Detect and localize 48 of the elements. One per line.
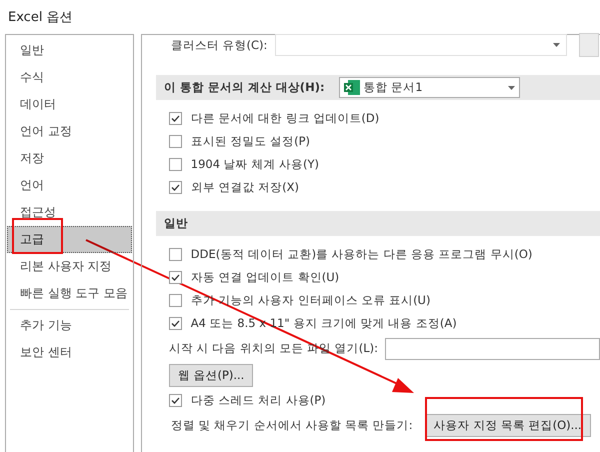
checkbox[interactable] bbox=[168, 294, 182, 307]
sidebar-item[interactable]: 수식 bbox=[9, 64, 130, 91]
dropdown-field[interactable] bbox=[275, 34, 568, 56]
section-title: 일반 bbox=[164, 216, 188, 231]
checkbox[interactable] bbox=[168, 158, 182, 171]
checkbox-label: 다중 스레드 처리 사용(P) bbox=[190, 393, 326, 408]
dropdown-arrow-icon bbox=[553, 43, 560, 47]
edit-list-button[interactable]: 사용자 지정 목록 편집(O)... bbox=[424, 414, 591, 437]
web-options-button[interactable]: 웹 옵션(P)... bbox=[168, 364, 254, 387]
input-field[interactable] bbox=[385, 338, 600, 360]
list-label: 정렬 및 채우기 순서에서 사용할 목록 만들기: bbox=[170, 418, 413, 433]
check-icon bbox=[170, 115, 180, 122]
checkbox-label: 다른 문서에 대한 링크 업데이트(D) bbox=[190, 111, 380, 126]
checkbox-label: 자동 연결 업데이트 확인(U) bbox=[190, 270, 340, 285]
sidebar-item[interactable]: 리본 사용자 지정 bbox=[9, 253, 130, 280]
sidebar-item[interactable]: 일반 bbox=[9, 37, 130, 64]
checkbox-label: 추가 기능의 사용자 인터페이스 오류 표시(U) bbox=[190, 293, 430, 308]
checkbox[interactable] bbox=[168, 394, 182, 407]
sidebar-item[interactable]: 보안 센터 bbox=[9, 339, 130, 366]
dropdown-arrow-icon bbox=[508, 86, 515, 90]
checkbox[interactable] bbox=[168, 248, 182, 261]
check-icon bbox=[170, 397, 180, 404]
checkbox[interactable] bbox=[168, 112, 182, 125]
checkbox-label: DDE(동적 데이터 교환)를 사용하는 다른 응용 프로그램 무시(O) bbox=[190, 247, 532, 262]
sidebar-item[interactable]: 데이터 bbox=[9, 91, 130, 118]
field-label: 클러스터 유형(C): bbox=[170, 38, 268, 52]
checkbox-label: 표시된 정밀도 설정(P) bbox=[190, 134, 310, 149]
checkbox[interactable] bbox=[168, 271, 182, 284]
checkbox[interactable] bbox=[168, 135, 182, 148]
spreadsheet-icon bbox=[344, 80, 360, 95]
checkbox-label: 1904 날짜 체계 사용(Y) bbox=[190, 157, 320, 172]
sidebar-item[interactable]: 고급 bbox=[7, 226, 132, 253]
check-icon bbox=[170, 320, 180, 327]
sidebar-item[interactable]: 추가 기능 bbox=[9, 312, 130, 339]
checkbox-label: 외부 연결값 저장(X) bbox=[190, 180, 299, 195]
highlight-box bbox=[12, 218, 63, 254]
sidebar-item[interactable]: 빠른 실행 도구 모음 bbox=[9, 280, 130, 307]
window-title: Excel 옵션 bbox=[8, 9, 73, 26]
check-icon bbox=[170, 274, 180, 281]
checkbox[interactable] bbox=[168, 317, 182, 330]
sidebar-item[interactable]: 언어 bbox=[9, 172, 130, 199]
sidebar-item[interactable]: 언어 교정 bbox=[9, 118, 130, 145]
workbook-dropdown[interactable]: 통합 문서1 bbox=[338, 77, 520, 98]
sidebar-item[interactable]: 접근성 bbox=[9, 199, 130, 226]
check-icon bbox=[170, 184, 180, 191]
section-title: 이 통합 문서의 계산 대상(H): bbox=[164, 80, 325, 95]
checkbox[interactable] bbox=[168, 181, 182, 194]
sidebar-item[interactable]: 저장 bbox=[9, 145, 130, 172]
